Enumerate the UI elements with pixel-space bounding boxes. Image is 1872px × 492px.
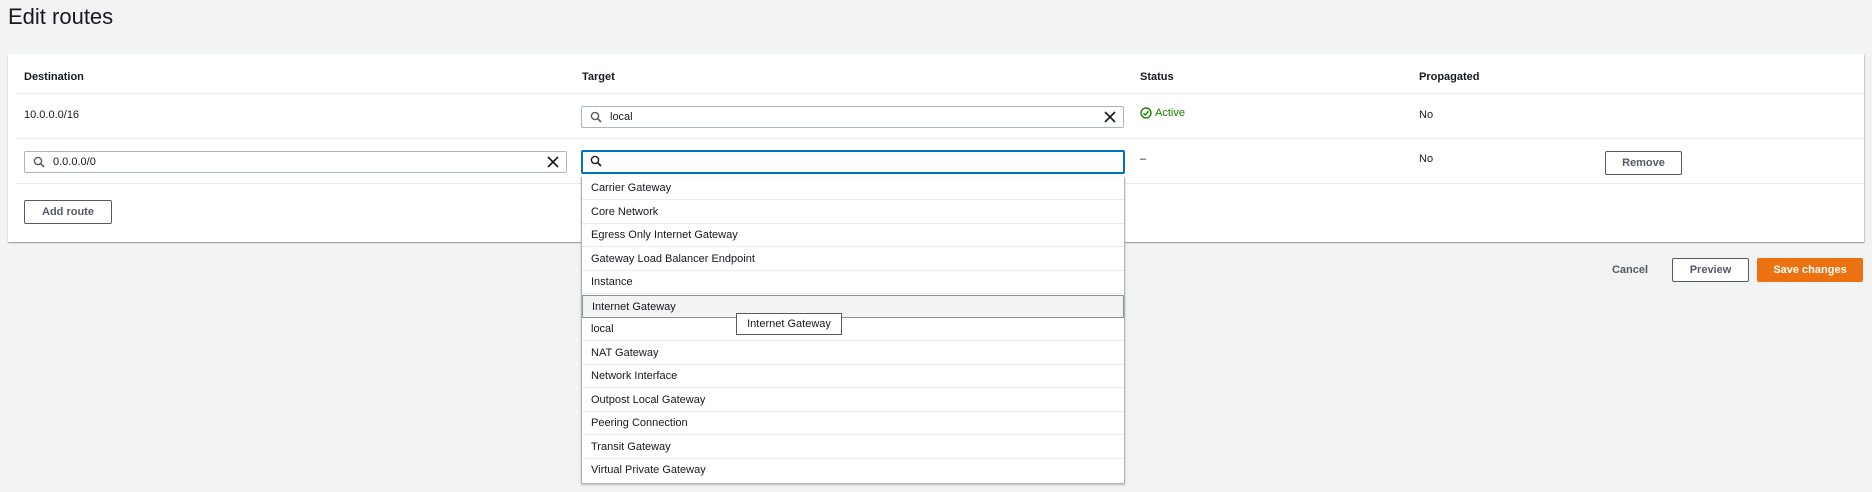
page-title: Edit routes	[8, 4, 114, 29]
column-header-status: Status	[1140, 71, 1174, 83]
dropdown-option-egress-only-internet-gateway[interactable]: Egress Only Internet Gateway	[582, 224, 1124, 247]
propagated-value: No	[1419, 109, 1434, 121]
destination-input-value: 0.0.0.0/0	[53, 156, 96, 168]
status-value: –	[1140, 153, 1147, 165]
column-header-propagated: Propagated	[1419, 71, 1480, 83]
search-icon	[590, 111, 602, 123]
cancel-button[interactable]: Cancel	[1600, 258, 1660, 282]
dropdown-option-network-interface[interactable]: Network Interface	[582, 365, 1124, 388]
dropdown-option-virtual-private-gateway[interactable]: Virtual Private Gateway	[582, 459, 1124, 482]
dropdown-option-carrier-gateway[interactable]: Carrier Gateway	[582, 177, 1124, 200]
dropdown-option-outpost-local-gateway[interactable]: Outpost Local Gateway	[582, 389, 1124, 412]
column-header-destination: Destination	[24, 71, 84, 83]
edit-routes-page: Edit routes Destination Target Status Pr…	[0, 0, 1872, 492]
row-divider	[16, 138, 1864, 139]
search-icon	[590, 155, 602, 167]
dropdown-option-internet-gateway[interactable]: Internet Gateway	[582, 294, 1124, 318]
dropdown-option-peering-connection[interactable]: Peering Connection	[582, 412, 1124, 435]
close-icon[interactable]	[546, 155, 560, 169]
dropdown-option-local[interactable]: local	[582, 318, 1124, 341]
propagated-value: No	[1419, 153, 1434, 165]
dropdown-option-core-network[interactable]: Core Network	[582, 201, 1124, 224]
add-route-button[interactable]: Add route	[24, 200, 112, 224]
destination-value: 10.0.0.0/16	[24, 109, 80, 121]
preview-button[interactable]: Preview	[1672, 258, 1749, 282]
check-circle-icon	[1140, 107, 1152, 119]
remove-button[interactable]: Remove	[1605, 151, 1682, 175]
status-badge: Active	[1140, 107, 1185, 119]
save-changes-button[interactable]: Save changes	[1757, 258, 1863, 282]
dropdown-option-nat-gateway[interactable]: NAT Gateway	[582, 342, 1124, 365]
target-input-value: local	[610, 111, 633, 123]
status-text: Active	[1155, 107, 1185, 119]
dropdown-option-instance[interactable]: Instance	[582, 271, 1124, 294]
option-tooltip: Internet Gateway	[736, 313, 842, 335]
close-icon[interactable]	[1103, 110, 1117, 124]
target-search-input[interactable]	[581, 150, 1125, 174]
dropdown-option-gateway-load-balancer-endpoint[interactable]: Gateway Load Balancer Endpoint	[582, 248, 1124, 271]
target-dropdown-list: Carrier Gateway Core Network Egress Only…	[581, 177, 1125, 484]
search-icon	[33, 156, 45, 168]
target-input[interactable]: local	[581, 106, 1124, 128]
column-header-target: Target	[582, 71, 615, 83]
header-divider	[16, 93, 1864, 94]
dropdown-option-transit-gateway[interactable]: Transit Gateway	[582, 436, 1124, 459]
destination-input[interactable]: 0.0.0.0/0	[24, 151, 567, 173]
